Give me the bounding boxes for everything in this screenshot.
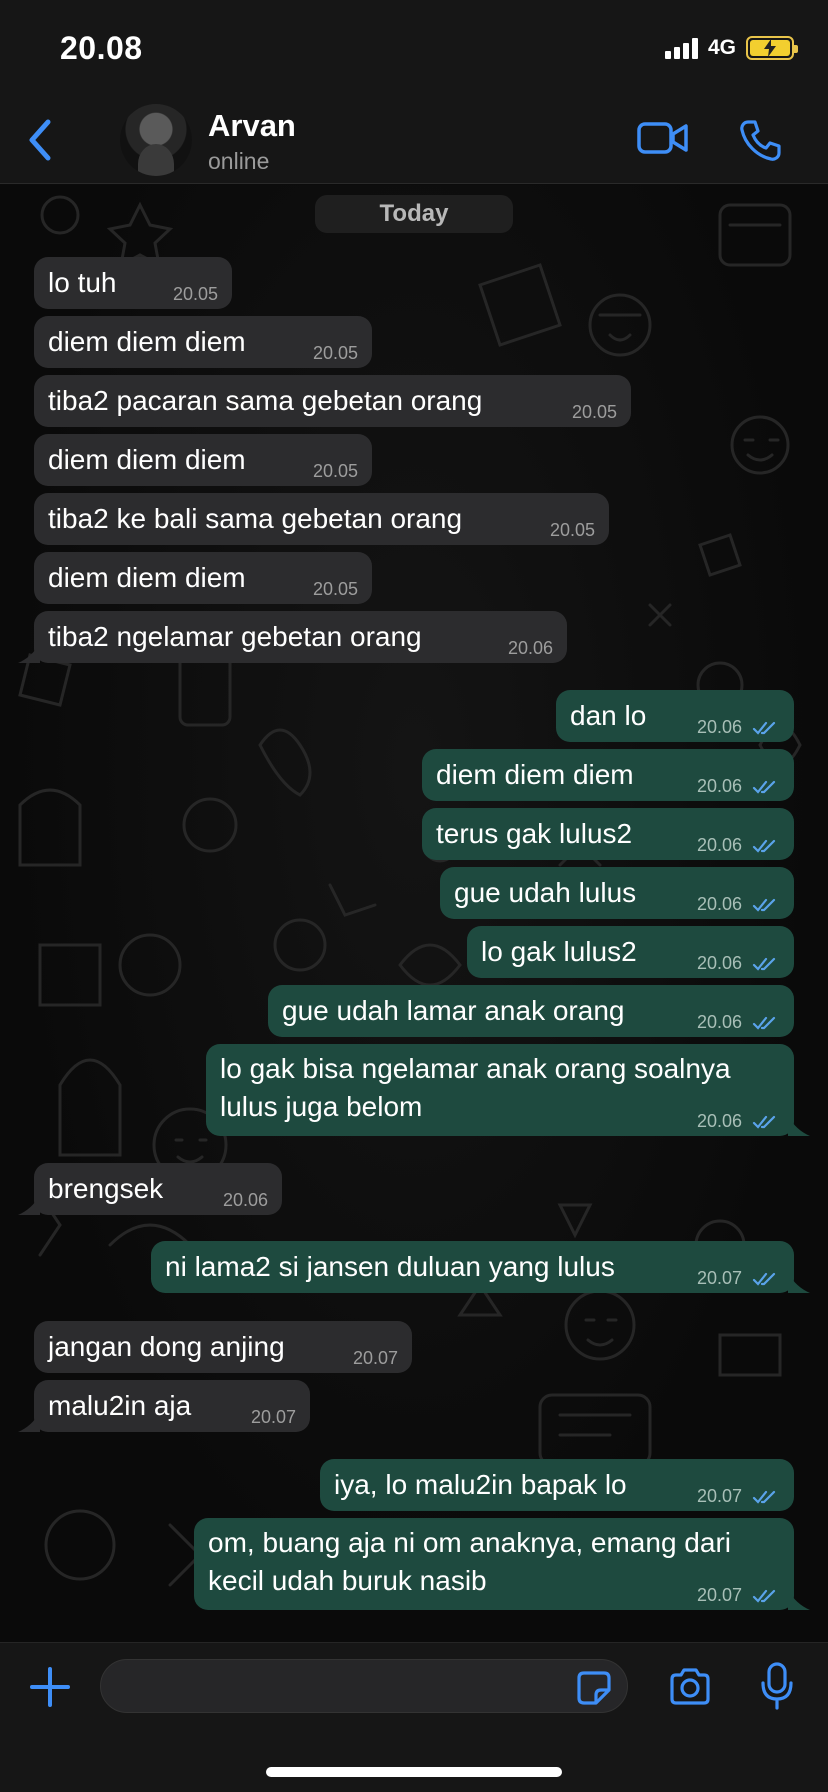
- message-time: 20.06: [696, 717, 742, 737]
- message-text: brengsek: [48, 1173, 164, 1204]
- message-outgoing[interactable]: terus gak lulus2 20.06: [422, 808, 794, 860]
- message-time: 20.06: [696, 1012, 742, 1032]
- bubble-tail: [788, 1273, 810, 1293]
- message-text: malu2in aja: [48, 1390, 192, 1421]
- message-incoming[interactable]: diem diem diem 20.05: [34, 552, 372, 604]
- read-receipt-icon: [752, 957, 776, 971]
- bubble-tail: [18, 1195, 40, 1215]
- message-input[interactable]: [100, 1659, 628, 1713]
- message-incoming[interactable]: lo tuh 20.05: [34, 257, 232, 309]
- message-incoming[interactable]: diem diem diem 20.05: [34, 316, 372, 368]
- read-receipt-icon: [752, 780, 776, 794]
- message-time: 20.07: [352, 1348, 398, 1368]
- back-chevron-icon[interactable]: [22, 116, 58, 164]
- message-incoming[interactable]: tiba2 pacaran sama gebetan orang 20.05: [34, 375, 631, 427]
- avatar[interactable]: [120, 104, 192, 176]
- message-time: 20.07: [250, 1407, 296, 1427]
- message-outgoing[interactable]: lo gak lulus2 20.06: [467, 926, 794, 978]
- message-time: 20.06: [507, 638, 553, 658]
- signal-icon: [664, 37, 698, 59]
- status-bar: 20.08 4G: [0, 0, 828, 96]
- chat-messages[interactable]: Today lo tuh 20.05 diem diem diem 20.05 …: [0, 185, 828, 1642]
- read-receipt-icon: [752, 1272, 776, 1286]
- message-text: ni lama2 si jansen duluan yang lulus: [165, 1251, 615, 1282]
- network-type: 4G: [707, 36, 736, 59]
- message-outgoing[interactable]: dan lo 20.06: [556, 690, 794, 742]
- contact-name[interactable]: Arvan: [208, 108, 296, 144]
- bubble-tail: [788, 1590, 810, 1610]
- message-text: gue udah lulus: [454, 877, 637, 908]
- read-receipt-icon: [752, 1016, 776, 1030]
- status-time: 20.08: [60, 30, 143, 66]
- message-time: 20.06: [222, 1190, 268, 1210]
- plus-icon[interactable]: [28, 1665, 72, 1709]
- day-separator: Today: [315, 195, 513, 233]
- message-text: tiba2 ngelamar gebetan orang: [48, 621, 422, 652]
- camera-icon[interactable]: [668, 1667, 712, 1707]
- message-time: 20.05: [312, 579, 358, 599]
- message-text: iya, lo malu2in bapak lo: [334, 1469, 627, 1500]
- message-outgoing[interactable]: iya, lo malu2in bapak lo 20.07: [320, 1459, 794, 1511]
- composer-bar: [0, 1642, 828, 1792]
- message-time: 20.07: [696, 1486, 742, 1506]
- message-text-line: om, buang aja ni om anaknya, emang dari: [208, 1527, 731, 1558]
- message-time: 20.05: [312, 343, 358, 363]
- read-receipt-icon: [752, 1490, 776, 1504]
- read-receipt-icon: [752, 898, 776, 912]
- message-time: 20.05: [172, 284, 218, 304]
- message-time: 20.07: [696, 1585, 742, 1605]
- read-receipt-icon: [752, 1115, 776, 1129]
- microphone-icon[interactable]: [760, 1661, 794, 1711]
- message-outgoing[interactable]: gue udah lulus 20.06: [440, 867, 794, 919]
- message-time: 20.06: [696, 953, 742, 973]
- bubble-tail: [18, 643, 40, 663]
- message-text: diem diem diem: [436, 759, 634, 790]
- message-incoming[interactable]: tiba2 ke bali sama gebetan orang 20.05: [34, 493, 609, 545]
- phone-call-icon[interactable]: [738, 118, 782, 162]
- message-text: tiba2 ke bali sama gebetan orang: [48, 503, 463, 534]
- message-time: 20.06: [696, 835, 742, 855]
- read-receipt-icon: [752, 1589, 776, 1603]
- chat-header: Arvan online: [0, 96, 828, 184]
- message-text-line: lo gak bisa ngelamar anak orang soalnya: [220, 1053, 731, 1084]
- message-text: lo gak lulus2: [481, 936, 637, 967]
- message-outgoing[interactable]: om, buang aja ni om anaknya, emang dari …: [194, 1518, 794, 1610]
- message-incoming[interactable]: jangan dong anjing 20.07: [34, 1321, 412, 1373]
- contact-status: online: [208, 148, 270, 174]
- message-outgoing[interactable]: gue udah lamar anak orang 20.06: [268, 985, 794, 1037]
- home-indicator[interactable]: [266, 1767, 562, 1777]
- message-outgoing[interactable]: ni lama2 si jansen duluan yang lulus 20.…: [151, 1241, 794, 1293]
- battery-charging-icon: [746, 36, 798, 60]
- message-text: dan lo: [570, 700, 647, 731]
- message-text: jangan dong anjing: [48, 1331, 285, 1362]
- video-call-icon[interactable]: [636, 118, 690, 158]
- message-incoming[interactable]: diem diem diem 20.05: [34, 434, 372, 486]
- message-incoming[interactable]: brengsek 20.06: [34, 1163, 282, 1215]
- message-text: lo tuh: [48, 267, 117, 298]
- bubble-tail: [18, 1412, 40, 1432]
- bubble-tail: [788, 1116, 810, 1136]
- message-time: 20.05: [549, 520, 595, 540]
- message-outgoing[interactable]: diem diem diem 20.06: [422, 749, 794, 801]
- status-indicators: 4G: [664, 36, 798, 60]
- sticker-icon[interactable]: [576, 1670, 612, 1706]
- read-receipt-icon: [752, 839, 776, 853]
- message-text: diem diem diem: [48, 326, 246, 357]
- message-text: diem diem diem: [48, 562, 246, 593]
- message-time: 20.05: [571, 402, 617, 422]
- message-time: 20.05: [312, 461, 358, 481]
- message-text: diem diem diem: [48, 444, 246, 475]
- message-text: tiba2 pacaran sama gebetan orang: [48, 385, 483, 416]
- message-time: 20.06: [696, 776, 742, 796]
- message-outgoing[interactable]: lo gak bisa ngelamar anak orang soalnya …: [206, 1044, 794, 1136]
- read-receipt-icon: [752, 721, 776, 735]
- message-time: 20.06: [696, 894, 742, 914]
- message-text: gue udah lamar anak orang: [282, 995, 625, 1026]
- message-time: 20.06: [696, 1111, 742, 1131]
- message-text: terus gak lulus2: [436, 818, 633, 849]
- message-time: 20.07: [696, 1268, 742, 1288]
- message-incoming[interactable]: tiba2 ngelamar gebetan orang 20.06: [34, 611, 567, 663]
- message-incoming[interactable]: malu2in aja 20.07: [34, 1380, 310, 1432]
